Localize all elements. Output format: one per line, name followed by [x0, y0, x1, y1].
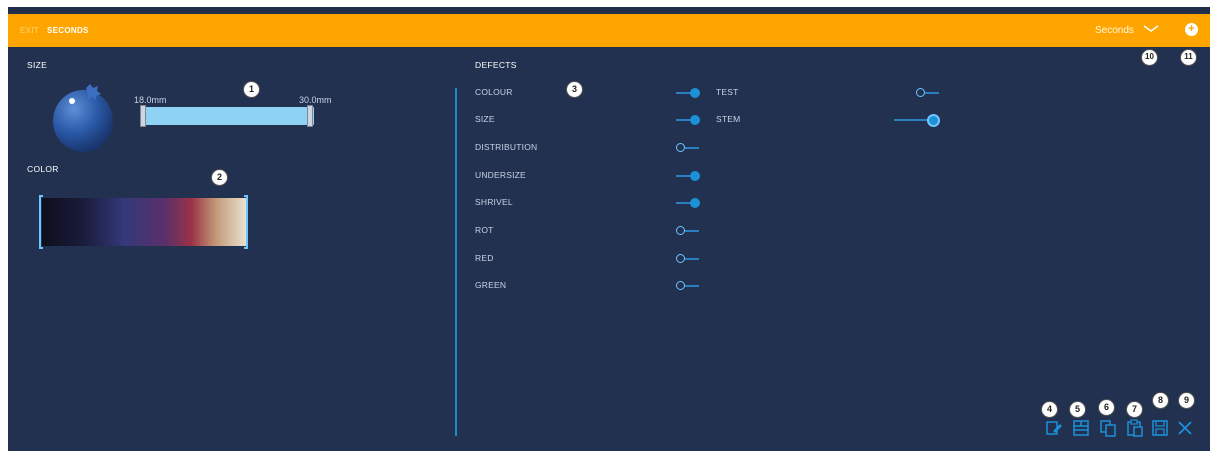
toggle-distribution[interactable]: [676, 142, 700, 154]
size-min-label: 18.0mm: [134, 95, 167, 105]
callout-3: 3: [566, 81, 583, 98]
callout-10: 10: [1141, 49, 1158, 66]
defect-label-rot: ROT: [475, 225, 494, 235]
layout-icon[interactable]: [1072, 419, 1090, 437]
copy-icon[interactable]: [1099, 419, 1117, 437]
toggle-rot[interactable]: [676, 225, 700, 237]
toggle-test[interactable]: [916, 87, 940, 99]
page-title: SECONDS: [47, 26, 89, 35]
callout-11: 11: [1180, 49, 1197, 66]
toggle-undersize[interactable]: [676, 170, 700, 182]
callout-2: 2: [211, 169, 228, 186]
size-max-handle[interactable]: [307, 105, 313, 127]
defect-label-size: SIZE: [475, 114, 495, 124]
defect-label-test: TEST: [716, 87, 739, 97]
edit-icon[interactable]: [1045, 419, 1063, 437]
toggle-stem[interactable]: [894, 114, 940, 127]
callout-8: 8: [1152, 392, 1169, 409]
toggle-green[interactable]: [676, 280, 700, 292]
defect-label-stem: STEM: [716, 114, 741, 124]
toggle-size[interactable]: [676, 114, 700, 126]
chevron-down-icon[interactable]: [1143, 22, 1159, 34]
color-range-gradient[interactable]: [42, 198, 247, 246]
callout-7: 7: [1126, 401, 1143, 418]
save-icon[interactable]: [1151, 419, 1169, 437]
close-icon[interactable]: [1176, 419, 1194, 437]
color-max-handle[interactable]: [244, 195, 248, 249]
size-range-slider[interactable]: [141, 107, 314, 125]
callout-5: 5: [1069, 401, 1086, 418]
callout-1: 1: [243, 81, 260, 98]
blueberry-icon: [53, 84, 113, 152]
callout-6: 6: [1098, 399, 1115, 416]
paste-icon[interactable]: [1126, 419, 1144, 437]
defects-section-title: DEFECTS: [475, 60, 517, 70]
section-divider: [455, 88, 457, 436]
size-max-label: 30.0mm: [299, 95, 332, 105]
callout-9: 9: [1178, 392, 1195, 409]
color-min-handle[interactable]: [39, 195, 43, 249]
defect-label-distribution: DISTRIBUTION: [475, 142, 538, 152]
defect-label-red: RED: [475, 253, 494, 263]
color-section-title: COLOR: [27, 164, 59, 174]
top-bar: EXIT SECONDS Seconds +: [8, 14, 1210, 47]
callout-4: 4: [1041, 401, 1058, 418]
defect-label-shrivel: SHRIVEL: [475, 197, 513, 207]
mode-dropdown[interactable]: Seconds: [1095, 25, 1134, 36]
toggle-red[interactable]: [676, 253, 700, 265]
size-min-handle[interactable]: [140, 105, 146, 127]
size-section-title: SIZE: [27, 60, 48, 70]
toggle-colour[interactable]: [676, 87, 700, 99]
defect-label-colour: COLOUR: [475, 87, 513, 97]
add-icon[interactable]: +: [1185, 23, 1198, 36]
defect-label-green: GREEN: [475, 280, 507, 290]
toggle-shrivel[interactable]: [676, 197, 700, 209]
exit-link[interactable]: EXIT: [20, 26, 39, 35]
defect-label-undersize: UNDERSIZE: [475, 170, 526, 180]
